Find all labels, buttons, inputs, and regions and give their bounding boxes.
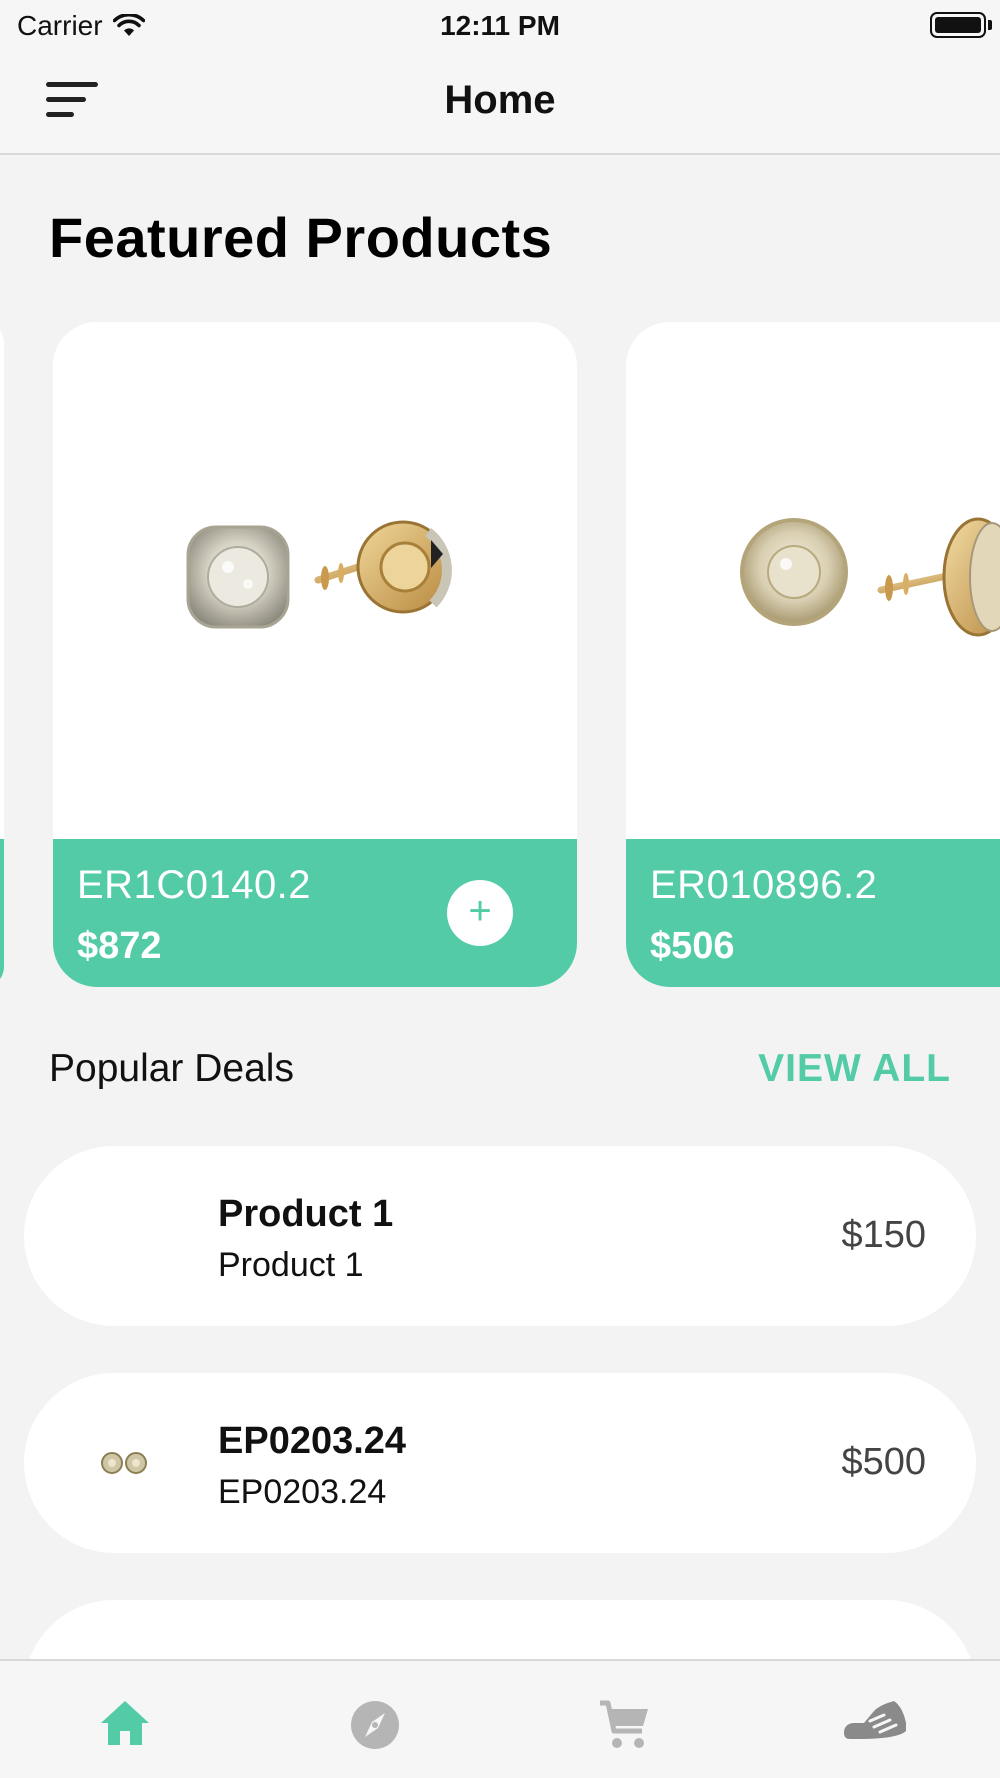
sneaker-icon (844, 1701, 906, 1739)
product-image (53, 322, 577, 839)
tab-home[interactable] (0, 1661, 250, 1778)
deal-price: $500 (841, 1441, 926, 1483)
compass-icon (351, 1701, 399, 1749)
previous-product-card[interactable] (0, 322, 4, 987)
home-icon (101, 1701, 149, 1745)
featured-carousel[interactable]: ER1C0140.2 $872 + ER010896.2 $506 (0, 322, 1000, 987)
status-bar: Carrier 12:11 PM (0, 0, 1000, 52)
cart-icon (600, 1700, 648, 1748)
status-time: 12:11 PM (440, 10, 560, 41)
tab-shop[interactable] (750, 1661, 1000, 1778)
navigation-bar: Home (0, 52, 1000, 155)
featured-products-heading: Featured Products (49, 206, 553, 269)
tab-bar (0, 1659, 1000, 1778)
round-stud-earrings-image (740, 517, 1000, 637)
battery-tip (988, 20, 992, 30)
popular-deals-heading: Popular Deals (49, 1047, 294, 1090)
deal-subtitle: Product 1 (218, 1246, 364, 1284)
product-image (626, 322, 1000, 839)
deal-price: $150 (841, 1214, 926, 1256)
stud-earrings-thumbnail (101, 1452, 147, 1474)
product-info: ER010896.2 $506 (626, 839, 1000, 987)
product-sku: ER1C0140.2 (77, 863, 312, 907)
product-info: ER1C0140.2 $872 + (53, 839, 577, 987)
deal-name: EP0203.24 (218, 1420, 407, 1462)
deal-list-item[interactable]: Product 1 Product 1 $150 (24, 1146, 976, 1326)
deal-name: Product 1 (218, 1193, 394, 1235)
tab-cart[interactable] (500, 1661, 750, 1778)
popular-deals-header: Popular Deals VIEW ALL (49, 1047, 951, 1095)
deal-thumbnail (89, 1428, 159, 1498)
cushion-stud-earrings-image (186, 520, 452, 629)
page-title: Home (444, 78, 556, 122)
product-card[interactable]: ER010896.2 $506 (626, 322, 1000, 987)
product-card[interactable]: ER1C0140.2 $872 + (53, 322, 577, 987)
tab-explore[interactable] (250, 1661, 500, 1778)
battery-icon (930, 12, 986, 38)
add-to-cart-button[interactable]: + (447, 880, 513, 946)
deal-list-item[interactable]: EP0203.24 EP0203.24 $500 (24, 1373, 976, 1553)
view-all-link[interactable]: VIEW ALL (758, 1047, 951, 1091)
product-price: $506 (650, 925, 735, 967)
product-sku: ER010896.2 (650, 863, 878, 907)
product-price: $872 (77, 925, 162, 967)
deal-subtitle: EP0203.24 (218, 1473, 387, 1511)
